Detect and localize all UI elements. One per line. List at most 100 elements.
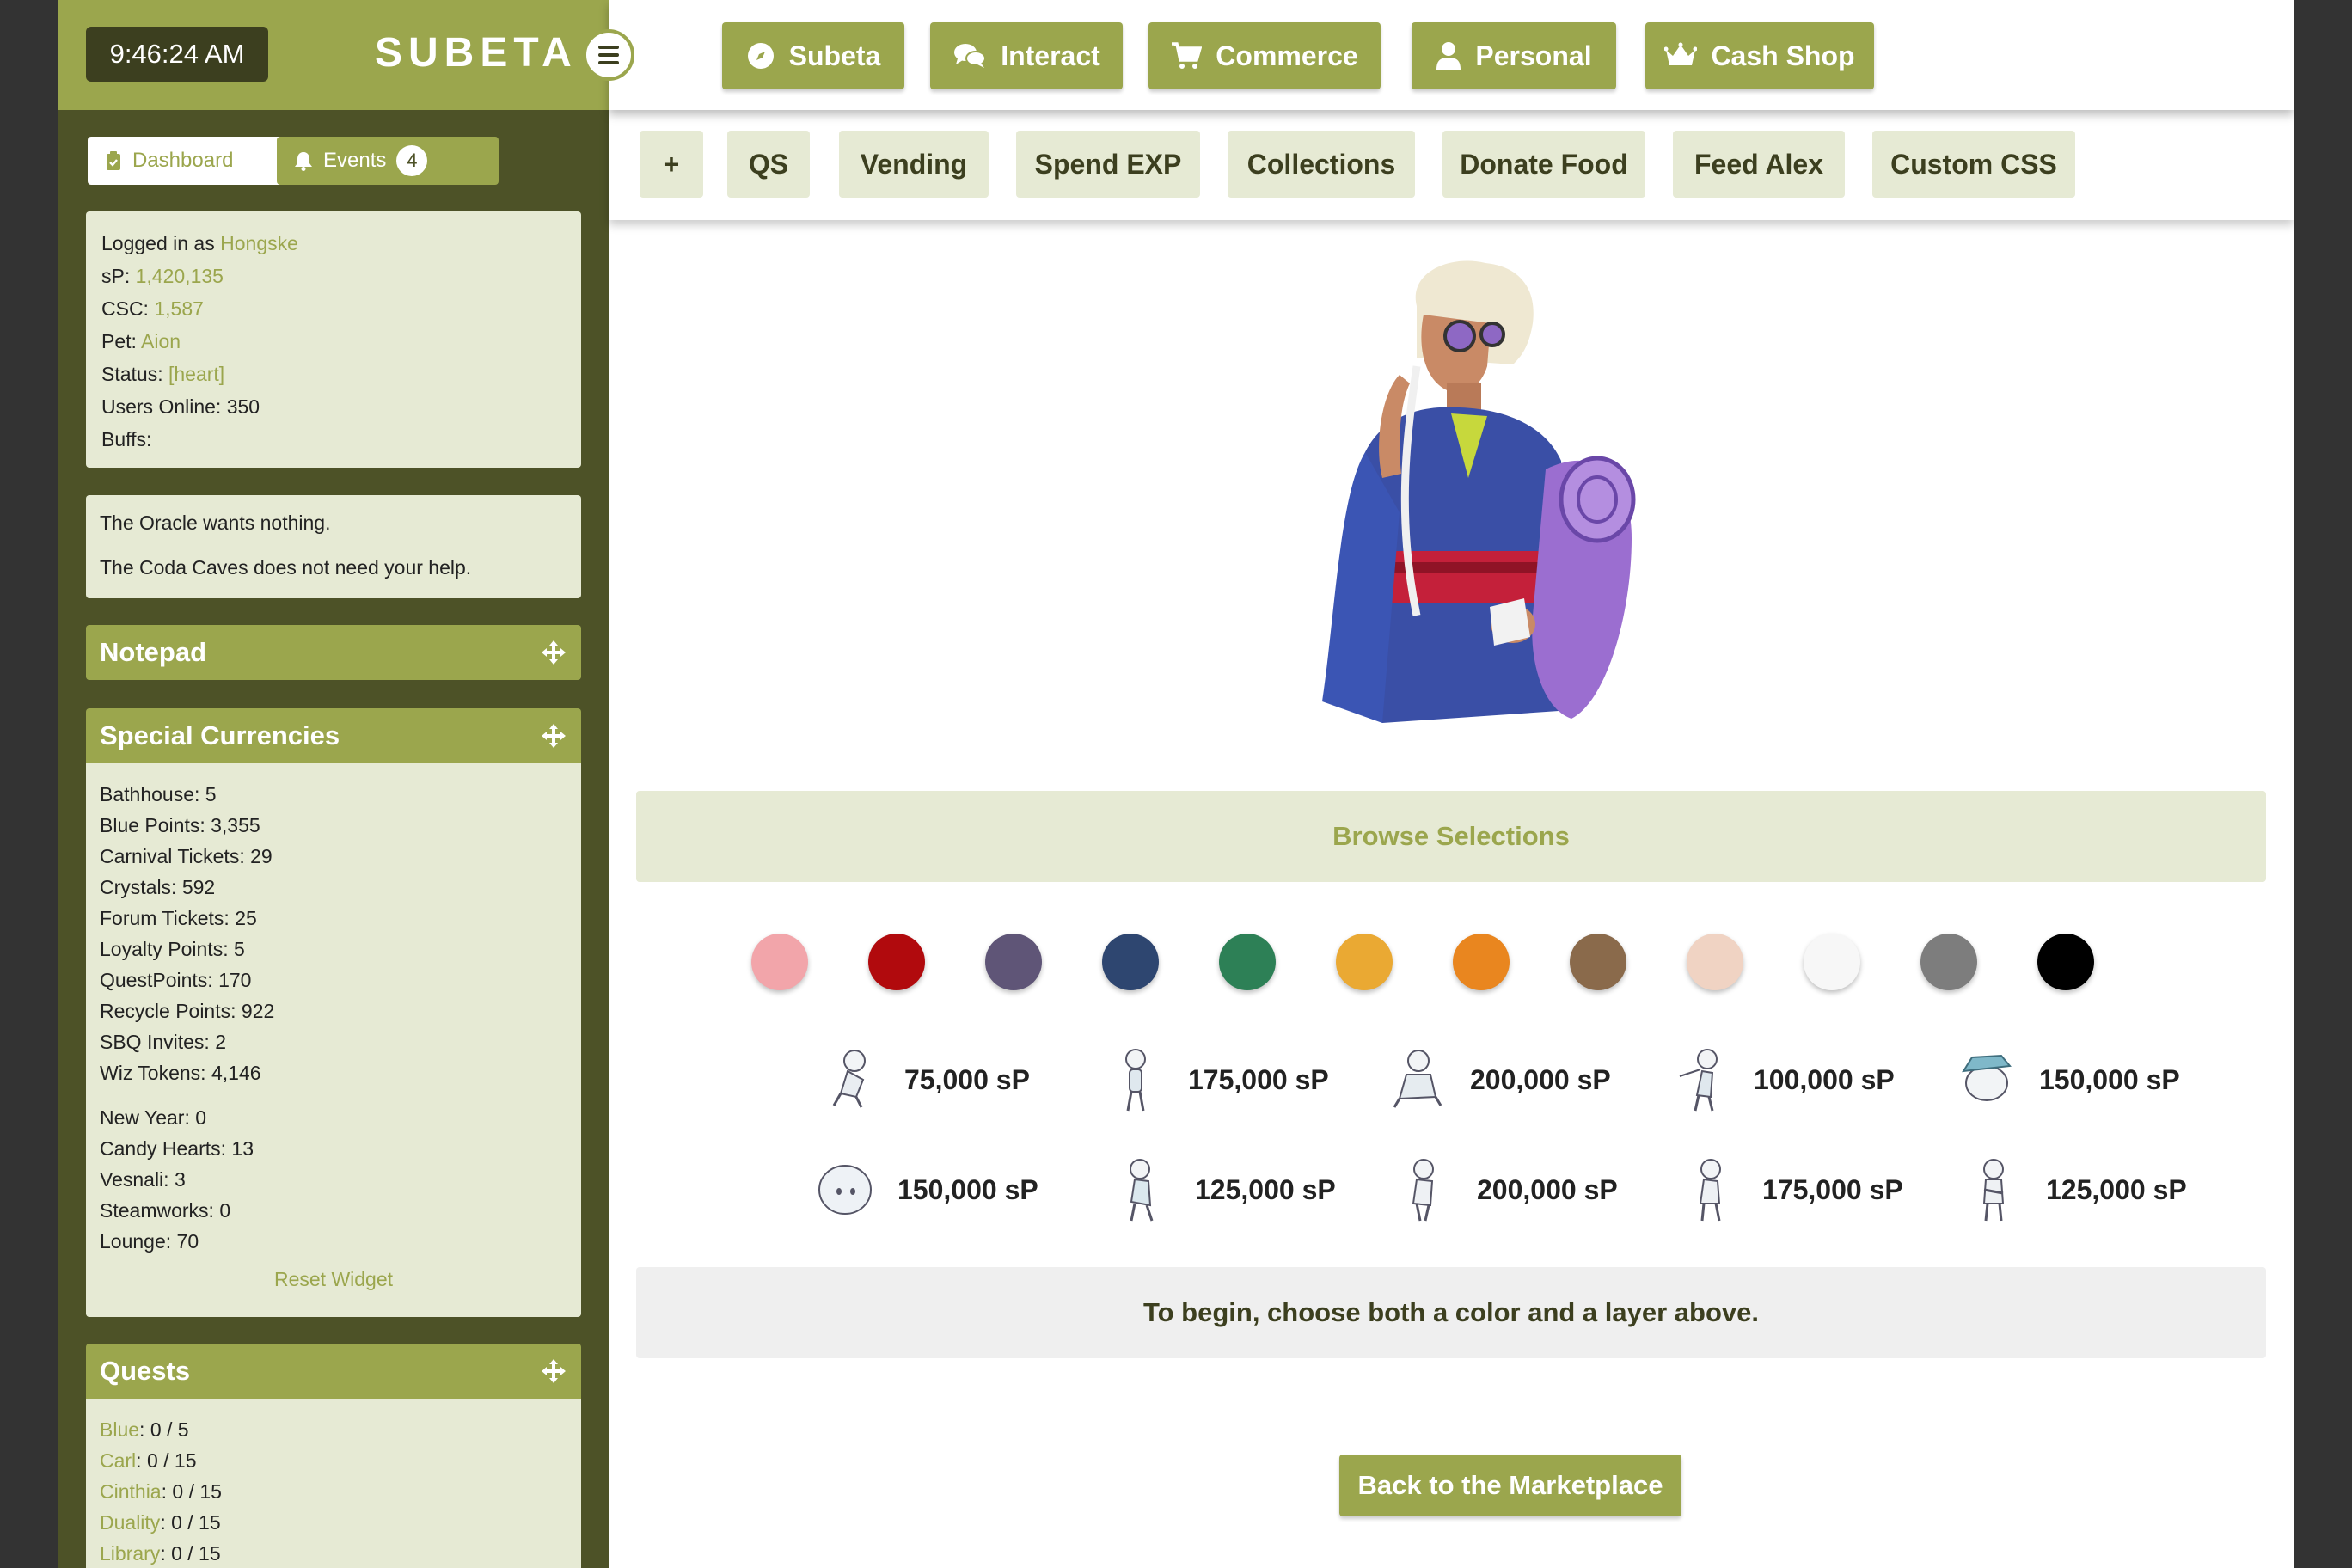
color-swatch[interactable]	[1804, 934, 1860, 990]
layer-option[interactable]: 125,000 sP	[1963, 1155, 2187, 1224]
nav-label: Personal	[1475, 40, 1592, 71]
csc-label: CSC:	[101, 297, 155, 320]
hamburger-menu-button[interactable]	[583, 29, 634, 81]
layer-option[interactable]: 100,000 sP	[1671, 1045, 1895, 1114]
currency-item: Blue Points: 3,355	[100, 814, 260, 836]
quick-link-vending[interactable]: Vending	[839, 131, 989, 198]
color-swatch[interactable]	[1453, 934, 1510, 990]
special-currencies-header[interactable]: Special Currencies	[86, 708, 581, 763]
browse-selections-button[interactable]: Browse Selections	[636, 791, 2266, 882]
nav-interact-button[interactable]: Interact	[930, 22, 1123, 89]
pose-crouching-icon	[1393, 1050, 1442, 1108]
sp-row: sP: 1,420,135	[101, 260, 566, 292]
color-swatch[interactable]	[2037, 934, 2094, 990]
quick-link-qs[interactable]: QS	[727, 131, 810, 198]
back-to-marketplace-button[interactable]: Back to the Marketplace	[1339, 1455, 1681, 1516]
layer-price: 175,000 sP	[1188, 1063, 1329, 1095]
layer-price: 75,000 sP	[904, 1063, 1030, 1095]
quest-link[interactable]: Carl	[100, 1449, 136, 1472]
quest-progress: : 0 / 15	[161, 1480, 222, 1503]
username-link[interactable]: Hongske	[220, 232, 298, 254]
nav-personal-button[interactable]: Personal	[1412, 22, 1616, 89]
quests-title: Quests	[100, 1356, 191, 1386]
color-swatch[interactable]	[1102, 934, 1159, 990]
dashboard-tab[interactable]: Dashboard	[88, 137, 308, 185]
color-swatch[interactable]	[1336, 934, 1393, 990]
status-value[interactable]: [heart]	[168, 363, 224, 385]
quick-link-custom-css[interactable]: Custom CSS	[1872, 131, 2075, 198]
currency-item: Crystals: 592	[100, 876, 216, 898]
nav-cash-shop-button[interactable]: Cash Shop	[1645, 22, 1874, 89]
layer-option[interactable]: 200,000 sP	[1394, 1155, 1618, 1224]
quick-link-collections[interactable]: Collections	[1228, 131, 1415, 198]
quest-link[interactable]: Blue	[100, 1418, 139, 1441]
quick-link-spend-exp[interactable]: Spend EXP	[1016, 131, 1200, 198]
nav-subeta-button[interactable]: Subeta	[722, 22, 904, 89]
layer-option[interactable]: 125,000 sP	[1112, 1155, 1336, 1224]
layer-option[interactable]: 175,000 sP	[1680, 1155, 1903, 1224]
currency-item: New Year: 0	[100, 1106, 207, 1129]
quest-progress: : 0 / 5	[139, 1418, 189, 1441]
color-swatch[interactable]	[868, 934, 925, 990]
layer-price: 200,000 sP	[1470, 1063, 1611, 1095]
events-tab[interactable]: Events 4	[277, 137, 499, 185]
pose-leaning-icon	[1412, 1159, 1434, 1222]
layer-option[interactable]: 200,000 sP	[1387, 1045, 1611, 1114]
menu-line	[598, 61, 619, 64]
quest-item: Library: 0 / 15	[100, 1538, 567, 1568]
currency-item: Bathhouse: 5	[100, 783, 217, 805]
layer-price: 150,000 sP	[2039, 1063, 2180, 1095]
layer-price: 150,000 sP	[897, 1173, 1038, 1205]
notepad-widget-header[interactable]: Notepad	[86, 625, 581, 680]
pose-hunched-icon	[1699, 1159, 1721, 1222]
currency-item: SBQ Invites: 2	[100, 1031, 227, 1053]
logo-bar: 9:46:24 AM SUBETA	[58, 0, 609, 110]
sp-value[interactable]: 1,420,135	[136, 265, 224, 287]
color-swatch[interactable]	[1219, 934, 1276, 990]
page-frame: 9:46:24 AM SUBETA Dashboard Events 4 Log…	[58, 0, 2294, 1568]
quick-links-bar: + QS Vending Spend EXP Collections Donat…	[609, 110, 2294, 220]
layer-price: 200,000 sP	[1477, 1173, 1618, 1205]
nav-commerce-button[interactable]: Commerce	[1148, 22, 1381, 89]
move-icon[interactable]	[540, 1357, 567, 1385]
color-swatch[interactable]	[1920, 934, 1977, 990]
quest-item: Cinthia: 0 / 15	[100, 1476, 567, 1507]
pose-bent-icon	[1130, 1159, 1154, 1222]
color-swatch[interactable]	[751, 934, 808, 990]
move-icon[interactable]	[540, 639, 567, 666]
quick-link-add[interactable]: +	[640, 131, 703, 198]
reset-widget-link[interactable]: Reset Widget	[100, 1264, 567, 1295]
color-swatch[interactable]	[1687, 934, 1743, 990]
layer-option[interactable]: 150,000 sP	[1957, 1045, 2180, 1114]
csc-value[interactable]: 1,587	[154, 297, 204, 320]
currency-item: Recycle Points: 922	[100, 1000, 275, 1022]
clock: 9:46:24 AM	[86, 27, 268, 82]
quest-link[interactable]: Library	[100, 1542, 160, 1565]
quick-link-feed-alex[interactable]: Feed Alex	[1673, 131, 1845, 198]
users-online: Users Online: 350	[101, 395, 260, 418]
character-preview-image	[1322, 260, 1636, 723]
layer-option[interactable]: 175,000 sP	[1106, 1045, 1329, 1114]
layer-price: 125,000 sP	[1195, 1173, 1336, 1205]
color-swatch[interactable]	[1570, 934, 1626, 990]
layer-option[interactable]: 75,000 sP	[822, 1045, 1030, 1114]
color-swatch[interactable]	[985, 934, 1042, 990]
csc-row: CSC: 1,587	[101, 292, 566, 325]
site-logo[interactable]: SUBETA	[375, 29, 578, 77]
quest-link[interactable]: Duality	[100, 1511, 160, 1534]
user-info-panel: Logged in as Hongske sP: 1,420,135 CSC: …	[86, 211, 581, 468]
layer-option[interactable]: 150,000 sP	[815, 1155, 1038, 1224]
pet-link[interactable]: Aion	[141, 330, 181, 352]
sidebar: 9:46:24 AM SUBETA Dashboard Events 4 Log…	[58, 0, 609, 1568]
notepad-title: Notepad	[100, 637, 206, 667]
coda-caves-status: The Coda Caves does not need your help.	[100, 556, 472, 579]
quests-header[interactable]: Quests	[86, 1344, 581, 1399]
quest-link[interactable]: Cinthia	[100, 1480, 162, 1503]
nav-label: Commerce	[1216, 40, 1358, 71]
quest-item: Blue: 0 / 5	[100, 1414, 567, 1445]
move-icon[interactable]	[540, 722, 567, 750]
quest-item: Carl: 0 / 15	[100, 1445, 567, 1476]
quick-link-donate-food[interactable]: Donate Food	[1442, 131, 1645, 198]
status-label: Status:	[101, 363, 168, 385]
nav-label: Subeta	[788, 40, 881, 71]
